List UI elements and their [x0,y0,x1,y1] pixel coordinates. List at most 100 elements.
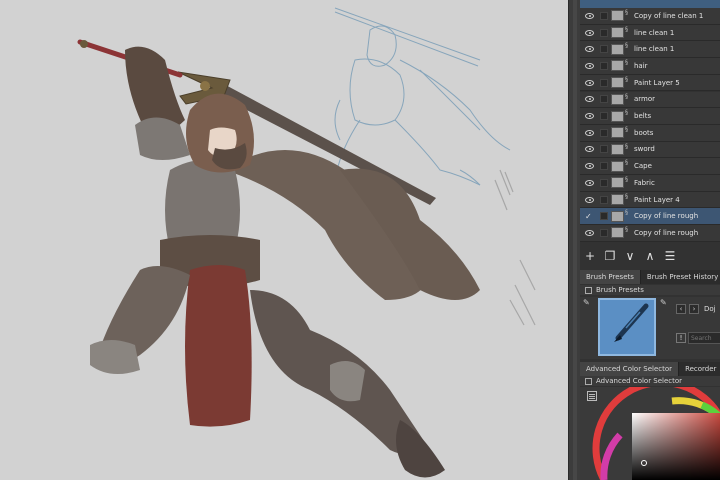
edit-tag-icon[interactable]: ✎ [660,298,667,307]
inherit-alpha-icon[interactable]: § [625,9,631,16]
alpha-lock-checkbox[interactable] [600,195,608,204]
alpha-lock-checkbox[interactable] [600,178,608,187]
layers-header [580,0,720,8]
layer-name: line clean 1 [634,28,675,37]
brush-search-input[interactable] [688,332,720,344]
visibility-eye-icon[interactable] [585,129,594,136]
color-selector-area [580,387,720,480]
docker-float-icon[interactable] [585,286,592,294]
inherit-alpha-icon[interactable]: § [625,143,631,150]
visibility-eye-icon[interactable] [585,113,594,120]
tab-recorder[interactable]: Recorder [679,362,720,376]
inherit-alpha-icon[interactable]: § [625,159,631,166]
layer-thumbnail [611,110,624,122]
tab-advanced-color-selector[interactable]: Advanced Color Selector [580,362,680,376]
inherit-alpha-icon[interactable]: § [625,109,631,116]
alpha-lock-checkbox[interactable] [600,128,608,137]
layer-row[interactable]: § Paint Layer 5 [580,74,720,92]
layer-thumbnail [611,60,624,72]
next-preset-button[interactable]: › [689,304,699,314]
visibility-eye-icon[interactable] [585,179,594,186]
brush-preset-thumbnail[interactable] [598,298,656,356]
layer-row[interactable]: ✓ § Copy of line rough [580,208,720,226]
prev-preset-button[interactable]: ‹ [676,304,686,314]
layer-thumbnail [611,143,624,155]
inherit-alpha-icon[interactable]: § [625,76,631,83]
layer-name: belts [634,112,652,121]
layer-name: Copy of line clean 1 [634,11,704,20]
color-selector-title: Advanced Color Selector [596,377,683,385]
layer-name: hair [634,61,648,70]
layer-name: Paint Layer 5 [634,78,680,87]
layer-row[interactable]: § Copy of line clean 1 [580,8,720,25]
visibility-eye-icon[interactable] [585,62,594,69]
move-down-icon[interactable]: ∨ [620,247,640,265]
color-selector-titlebar: Advanced Color Selector [580,376,720,386]
color-wheel[interactable] [580,387,720,480]
drawing-canvas[interactable] [0,0,568,480]
alpha-lock-checkbox[interactable] [600,61,608,70]
visibility-eye-icon[interactable] [585,46,594,53]
brush-presets-title: Brush Presets [596,286,644,294]
visibility-eye-icon[interactable] [585,79,594,86]
visibility-eye-icon[interactable] [585,96,594,103]
alpha-lock-checkbox[interactable] [600,78,608,87]
layer-name: Cape [634,162,652,171]
alpha-lock-checkbox[interactable] [600,162,608,171]
add-layer-icon[interactable]: + [580,247,600,265]
layer-row[interactable]: § line clean 1 [580,24,720,42]
visibility-check-icon[interactable]: ✓ [585,212,594,221]
alpha-lock-checkbox[interactable] [600,212,608,221]
layer-row[interactable]: § Cape [580,158,720,175]
layer-row[interactable]: § boots [580,124,720,142]
layer-row[interactable]: § armor [580,91,720,109]
layer-thumbnail [611,210,624,222]
layer-row[interactable]: § belts [580,108,720,125]
brush-presets-titlebar: Brush Presets [580,285,720,295]
alpha-lock-checkbox[interactable] [600,95,608,104]
preset-tag-name: Doj [704,305,716,313]
tag-filter-icon[interactable]: ! [676,333,686,343]
inherit-alpha-icon[interactable]: § [625,26,631,33]
layer-name: Copy of line rough [634,228,699,237]
inherit-alpha-icon[interactable]: § [625,59,631,66]
inherit-alpha-icon[interactable]: § [625,226,631,233]
visibility-eye-icon[interactable] [585,12,594,19]
docker-float-icon[interactable] [585,377,592,385]
visibility-eye-icon[interactable] [585,196,594,203]
duplicate-layer-icon[interactable]: ❐ [600,247,620,265]
layer-row[interactable]: § hair [580,58,720,75]
alpha-lock-checkbox[interactable] [600,145,608,154]
inherit-alpha-icon[interactable]: § [625,193,631,200]
visibility-eye-icon[interactable] [585,146,594,153]
edit-brush-icon[interactable]: ✎ [583,298,590,307]
visibility-eye-icon[interactable] [585,163,594,170]
inherit-alpha-icon[interactable]: § [625,126,631,133]
layer-properties-icon[interactable]: ☰ [660,247,680,265]
inherit-alpha-icon[interactable]: § [625,209,631,216]
alpha-lock-checkbox[interactable] [600,112,608,121]
panel-splitter[interactable] [568,0,580,480]
tab-brush-presets[interactable]: Brush Presets [580,270,641,284]
alpha-lock-checkbox[interactable] [600,228,608,237]
layer-name: boots [634,128,654,137]
layer-row[interactable]: § Copy of line rough [580,225,720,242]
visibility-eye-icon[interactable] [585,29,594,36]
inherit-alpha-icon[interactable]: § [625,42,631,49]
move-up-icon[interactable]: ∧ [640,247,660,265]
alpha-lock-checkbox[interactable] [600,45,608,54]
layer-row[interactable]: § line clean 1 [580,41,720,59]
inherit-alpha-icon[interactable]: § [625,176,631,183]
canvas-scrollbar[interactable] [573,0,577,480]
layer-row[interactable]: § Paint Layer 4 [580,191,720,209]
layer-row[interactable]: § Fabric [580,175,720,192]
alpha-lock-checkbox[interactable] [600,11,608,20]
tab-brush-preset-history[interactable]: Brush Preset History [640,270,720,284]
layer-thumbnail [611,10,624,22]
layer-thumbnail [611,160,624,172]
layer-row[interactable]: § sword [580,141,720,159]
alpha-lock-checkbox[interactable] [600,28,608,37]
visibility-eye-icon[interactable] [585,229,594,236]
layer-thumbnail [611,127,624,139]
inherit-alpha-icon[interactable]: § [625,93,631,100]
